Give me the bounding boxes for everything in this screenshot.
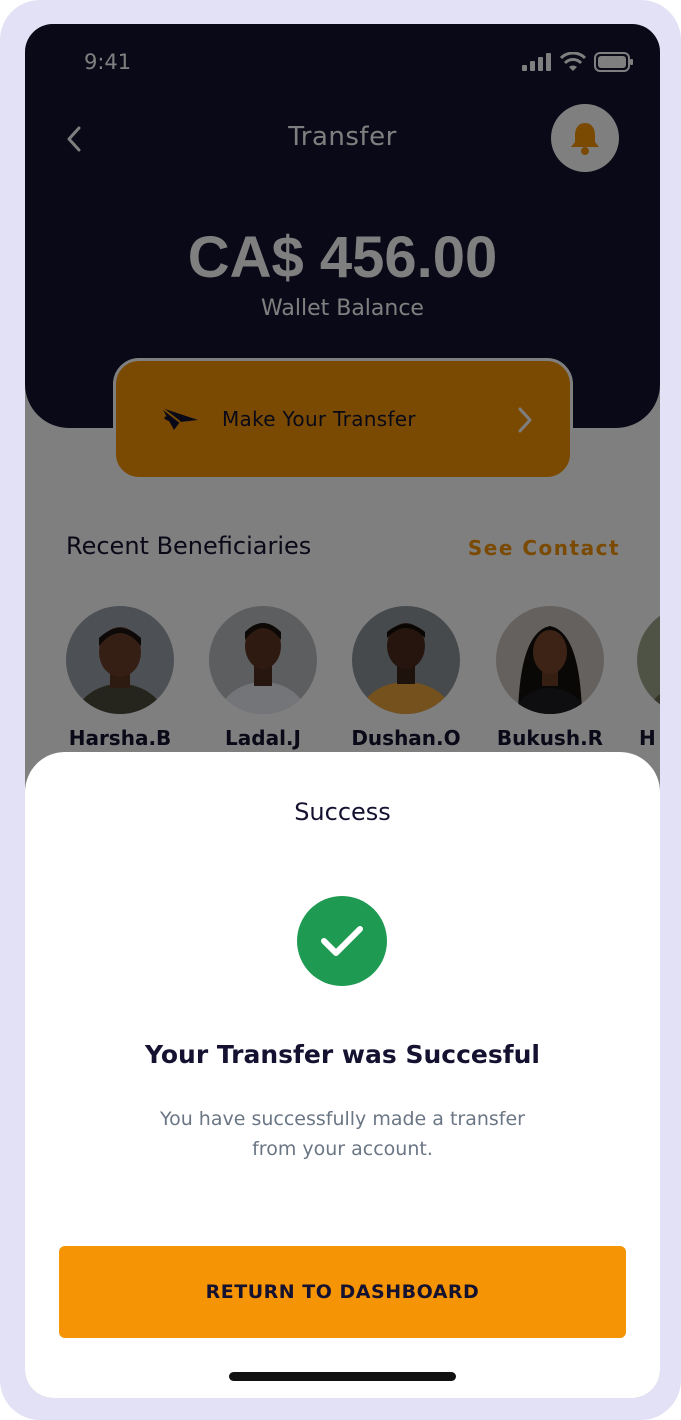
- sheet-title: Success: [294, 798, 391, 826]
- success-bottom-sheet: Success Your Transfer was Succesful You …: [25, 752, 660, 1398]
- app-screen: 9:41: [25, 24, 660, 1398]
- checkmark-icon: [297, 896, 387, 986]
- success-heading: Your Transfer was Succesful: [145, 1040, 540, 1069]
- success-message: You have successfully made a transfer fr…: [160, 1108, 525, 1160]
- home-indicator[interactable]: [229, 1372, 456, 1381]
- device-frame: 9:41: [0, 0, 681, 1420]
- return-to-dashboard-button[interactable]: RETURN TO DASHBOARD: [59, 1246, 626, 1338]
